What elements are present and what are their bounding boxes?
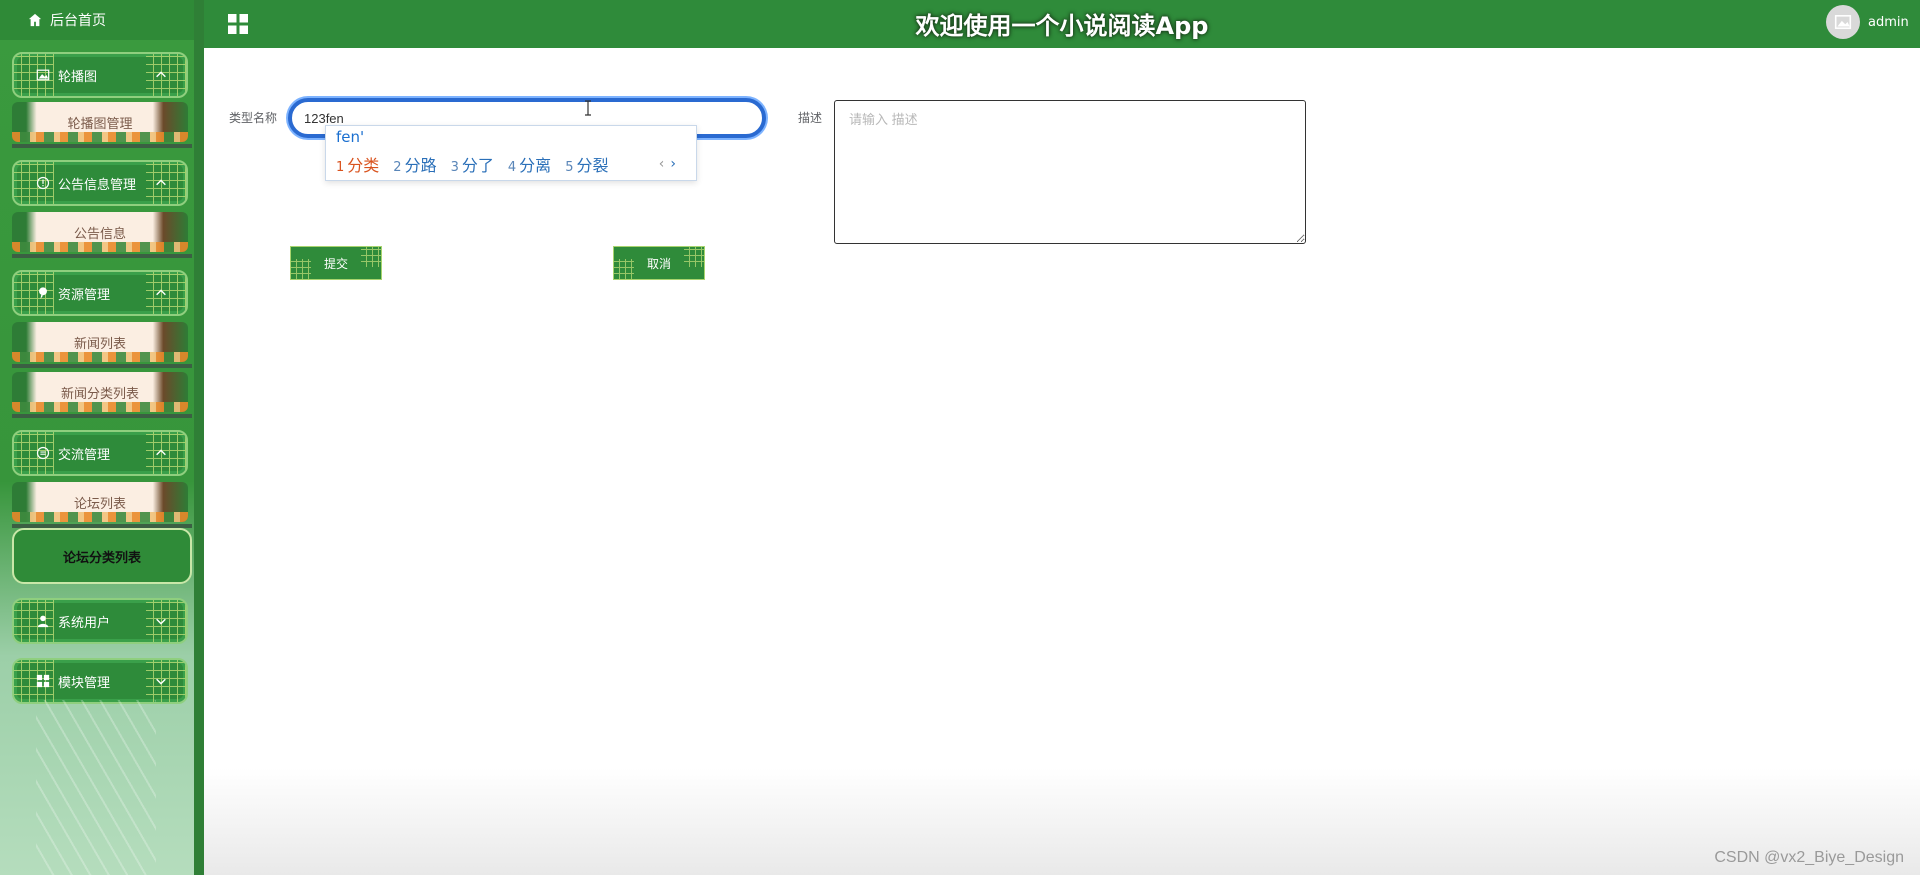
sidebar-item-label: 论坛列表 — [73, 496, 126, 512]
ime-page-nav: ‹ › — [659, 156, 676, 172]
sidebar-item-notice[interactable]: 公告信息 — [12, 212, 188, 252]
ime-composition: fen' — [336, 128, 365, 146]
description-label: 描述 — [798, 111, 823, 125]
ime-candidate-list: 1 分类 2 分路 3 分了 4 分离 5 分裂 — [336, 152, 608, 176]
username[interactable]: admin — [1868, 15, 1909, 30]
chevron-up-icon — [156, 71, 166, 78]
sidebar-item-label: 轮播图管理 — [67, 116, 133, 132]
sidebar: 后台首页 轮播图 轮播图管理 公告信息管理 公告信息 资源管理 新闻列表 新闻分… — [0, 0, 204, 875]
chevron-up-icon — [156, 289, 166, 296]
ime-prev-page[interactable]: ‹ — [659, 156, 665, 172]
type-name-label: 类型名称 — [229, 111, 278, 125]
sidebar-home[interactable]: 后台首页 — [0, 0, 194, 40]
sidebar-item-forum-list[interactable]: 论坛列表 — [12, 482, 188, 522]
chevron-down-icon — [156, 678, 166, 685]
ime-candidate[interactable]: 1 分类 — [336, 152, 379, 176]
sidebar-item-label: 新闻分类列表 — [60, 386, 139, 402]
sidebar-item-carousel-manage[interactable]: 轮播图管理 — [12, 102, 188, 142]
sidebar-item-news-category-list[interactable]: 新闻分类列表 — [12, 372, 188, 412]
sidebar-item-label: 新闻列表 — [73, 336, 126, 352]
sidebar-group-label: 交流管理 — [58, 447, 111, 463]
sidebar-group-label: 公告信息管理 — [58, 177, 137, 193]
divider — [12, 254, 192, 258]
divider — [12, 144, 192, 148]
image-icon — [36, 69, 50, 81]
divider — [12, 364, 192, 368]
chevron-up-icon — [156, 179, 166, 186]
description-textarea[interactable] — [834, 100, 1306, 244]
image-icon — [1834, 15, 1852, 29]
pin-icon — [39, 287, 47, 300]
sidebar-group-label: 轮播图 — [58, 69, 98, 85]
top-header: 欢迎使用一个小说阅读App admin — [204, 0, 1920, 48]
chevron-down-icon — [156, 618, 166, 625]
sidebar-item-news-list[interactable]: 新闻列表 — [12, 322, 188, 362]
ime-candidate[interactable]: 2 分路 — [393, 152, 436, 176]
sidebar-group-label: 模块管理 — [58, 675, 111, 691]
avatar[interactable] — [1826, 5, 1860, 39]
grid-icon — [36, 674, 50, 688]
chevron-up-icon — [156, 449, 166, 456]
watermark: CSDN @vx2_Biye_Design — [1714, 849, 1904, 866]
info-circle-icon — [36, 176, 50, 190]
sidebar-group-communication[interactable]: 交流管理 — [12, 430, 188, 476]
ime-candidate[interactable]: 4 分离 — [508, 152, 551, 176]
user-icon — [37, 615, 49, 628]
sidebar-item-label: 论坛分类列表 — [62, 550, 141, 566]
ime-candidate-window: fen' 1 分类 2 分路 3 分了 4 分离 5 分裂 ‹ › — [325, 125, 697, 181]
divider — [12, 414, 192, 418]
chat-icon — [36, 446, 50, 460]
home-icon — [28, 13, 42, 27]
ime-candidate[interactable]: 3 分了 — [451, 152, 494, 176]
sidebar-group-notice[interactable]: 公告信息管理 — [12, 160, 188, 206]
ime-next-page[interactable]: › — [670, 156, 676, 172]
sidebar-group-resources[interactable]: 资源管理 — [12, 270, 188, 316]
app-title: 欢迎使用一个小说阅读App — [915, 12, 1209, 40]
sidebar-group-system-users[interactable]: 系统用户 — [12, 598, 188, 644]
sidebar-group-label: 系统用户 — [58, 615, 111, 631]
main-content: 类型名称 fen' 1分类 2分路 3分了 4分离 5分裂 ‹› 描述 提交 取… — [204, 48, 1920, 875]
sidebar-group-label: 资源管理 — [58, 287, 111, 303]
cancel-button[interactable]: 取消 — [613, 246, 705, 280]
sidebar-home-label: 后台首页 — [50, 13, 106, 29]
submit-button-label: 提交 — [323, 256, 348, 271]
ibeam-cursor-icon — [585, 100, 591, 116]
sidebar-group-carousel[interactable]: 轮播图 — [12, 52, 188, 98]
sidebar-item-label: 公告信息 — [73, 226, 126, 242]
cancel-button-label: 取消 — [646, 256, 671, 271]
sidebar-group-modules[interactable]: 模块管理 — [12, 658, 188, 704]
sidebar-item-forum-category-list[interactable]: 论坛分类列表 — [12, 528, 192, 584]
ime-candidate[interactable]: 5 分裂 — [565, 152, 608, 176]
submit-button[interactable]: 提交 — [290, 246, 382, 280]
